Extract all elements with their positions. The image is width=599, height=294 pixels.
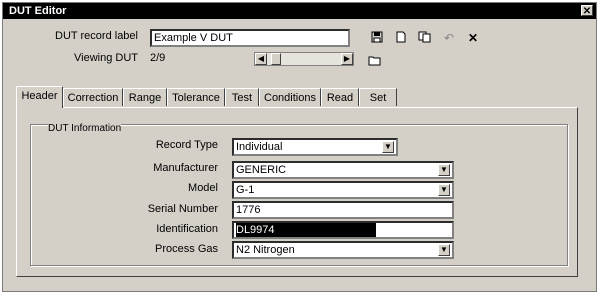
record-label-caption: DUT record label <box>55 30 138 42</box>
new-document-icon[interactable] <box>394 31 408 45</box>
identification-value: DL9974 <box>236 223 376 237</box>
model-label: Model <box>188 182 218 194</box>
manufacturer-label: Manufacturer <box>153 162 218 174</box>
tab-read[interactable]: Read <box>321 88 359 106</box>
delete-icon[interactable]: ✕ <box>466 31 480 45</box>
record-type-label: Record Type <box>155 139 218 151</box>
model-select[interactable]: G-1 ▼ <box>232 181 454 199</box>
tab-header[interactable]: Header <box>16 86 63 108</box>
record-type-value: Individual <box>236 141 283 153</box>
close-window-button[interactable]: ✕ <box>581 5 593 17</box>
record-type-select[interactable]: Individual ▼ <box>232 138 398 156</box>
viewing-dut-caption: Viewing DUT <box>74 52 138 64</box>
tab-range[interactable]: Range <box>123 88 167 106</box>
copy-icon[interactable] <box>418 31 432 45</box>
scroll-left-button[interactable]: ◀ <box>255 53 267 65</box>
identification-label: Identification <box>156 223 218 235</box>
scroll-thumb[interactable] <box>271 53 281 65</box>
open-folder-icon[interactable] <box>368 54 382 68</box>
tab-conditions[interactable]: Conditions <box>259 88 321 106</box>
save-icon[interactable] <box>370 31 384 45</box>
process-gas-label: Process Gas <box>155 243 218 255</box>
scroll-right-button[interactable]: ▶ <box>341 53 353 65</box>
chevron-down-icon[interactable]: ▼ <box>438 164 450 176</box>
tab-set[interactable]: Set <box>359 88 397 106</box>
identification-input[interactable]: DL9974 <box>232 221 454 239</box>
serial-number-input[interactable]: 1776 <box>232 201 454 219</box>
manufacturer-value: GENERIC <box>236 164 287 176</box>
group-label: DUT Information <box>48 123 122 134</box>
serial-number-label: Serial Number <box>147 203 218 215</box>
record-scrollbar[interactable]: ◀ ▶ <box>254 52 354 66</box>
manufacturer-select[interactable]: GENERIC ▼ <box>232 161 454 179</box>
model-value: G-1 <box>236 184 255 196</box>
chevron-down-icon[interactable]: ▼ <box>382 141 394 153</box>
process-gas-value: N2 Nitrogen <box>236 244 295 256</box>
title-bar: DUT Editor ✕ <box>3 3 596 19</box>
process-gas-select[interactable]: N2 Nitrogen ▼ <box>232 241 454 259</box>
chevron-down-icon[interactable]: ▼ <box>438 184 450 196</box>
undo-icon[interactable]: ↶ <box>442 31 456 45</box>
window-title: DUT Editor <box>9 5 67 17</box>
tab-test[interactable]: Test <box>225 88 259 106</box>
viewing-dut-value: 2/9 <box>150 52 166 64</box>
record-label-input[interactable]: Example V DUT <box>150 29 350 47</box>
chevron-down-icon[interactable]: ▼ <box>438 244 450 256</box>
tab-tolerance[interactable]: Tolerance <box>167 88 225 106</box>
tab-correction[interactable]: Correction <box>63 88 123 106</box>
